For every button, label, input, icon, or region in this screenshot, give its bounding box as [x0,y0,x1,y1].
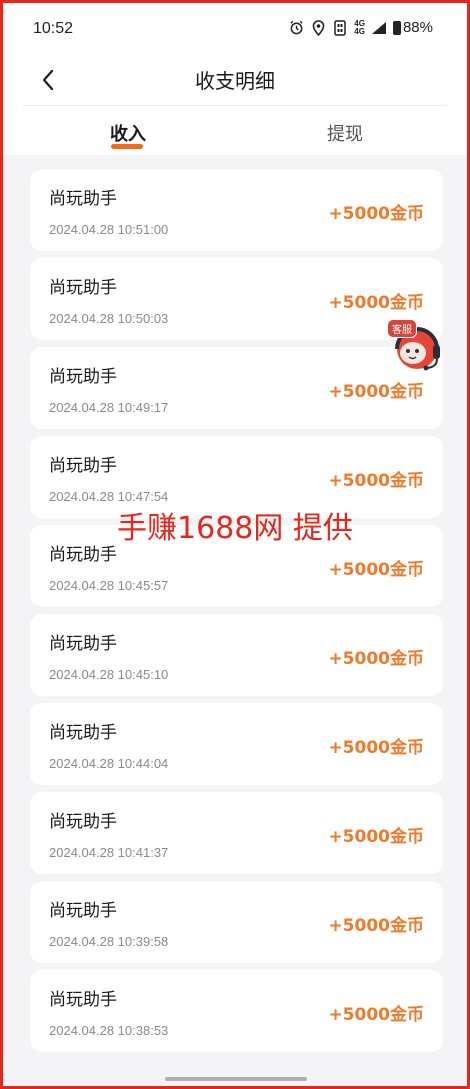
record-amount: +5000金币 [328,1005,424,1025]
record-time: 2024.04.28 10:49:17 [49,400,169,415]
record-title: 尚玩助手 [49,189,117,209]
signal-icon [371,20,387,36]
record-amount: +5000金币 [328,560,424,580]
income-record-list: 尚玩助手 2024.04.28 10:51:00 +5000金币 尚玩助手 20… [30,169,443,1059]
sim-icon [332,19,348,36]
record-title: 尚玩助手 [49,901,117,921]
record-title: 尚玩助手 [49,456,117,476]
battery-icon [392,20,401,35]
network-type: 4G 4G [354,19,365,36]
record-amount: +5000金币 [328,204,424,224]
record-amount: +5000金币 [328,382,424,402]
record-time: 2024.04.28 10:47:54 [49,489,169,504]
record-amount: +5000金币 [328,293,424,313]
alarm-icon [288,20,304,36]
list-item[interactable]: 尚玩助手 2024.04.28 10:50:03 +5000金币 [30,258,443,340]
list-item[interactable]: 尚玩助手 2024.04.28 10:38:53 +5000金币 [30,970,443,1052]
record-title: 尚玩助手 [49,278,117,298]
record-title: 尚玩助手 [49,723,117,743]
record-time: 2024.04.28 10:51:00 [49,222,169,237]
record-time: 2024.04.28 10:41:37 [49,845,169,860]
page-title: 收支明细 [195,69,275,93]
title-bar: 收支明细 [3,55,467,105]
record-title: 尚玩助手 [49,634,117,654]
battery-label: 88% [402,19,433,36]
active-tab-indicator [111,144,143,149]
status-bar: 10:52 4G 4G 88% [3,3,467,55]
status-time: 10:52 [33,20,74,37]
customer-service-badge: 客服 [387,319,417,338]
customer-service-button[interactable]: 客服 [383,319,449,373]
network-bottom-label: 4G [354,26,365,36]
top-area: 10:52 4G 4G 88% 收支明细 收入 提现 [3,3,467,155]
record-title: 尚玩助手 [49,367,117,387]
record-title: 尚玩助手 [49,990,117,1010]
list-item[interactable]: 尚玩助手 2024.04.28 10:51:00 +5000金币 [30,169,443,251]
watermark-text: 手赚1688网 提供 [117,511,353,546]
tab-bar: 收入 提现 [3,106,467,155]
record-time: 2024.04.28 10:45:10 [49,667,169,682]
tab-withdraw[interactable]: 提现 [305,120,385,146]
location-icon [310,19,326,36]
record-time: 2024.04.28 10:50:03 [49,311,169,326]
record-title: 尚玩助手 [49,812,117,832]
phone-frame: 10:52 4G 4G 88% 收支明细 收入 提现 尚玩助手 2024.04.… [0,0,470,1089]
record-amount: +5000金币 [328,649,424,669]
list-item[interactable]: 尚玩助手 2024.04.28 10:39:58 +5000金币 [30,881,443,963]
record-amount: +5000金币 [328,916,424,936]
record-time: 2024.04.28 10:39:58 [49,934,169,949]
status-icons: 4G 4G 88% [288,19,433,36]
home-indicator[interactable] [165,1077,307,1081]
list-item[interactable]: 尚玩助手 2024.04.28 10:45:10 +5000金币 [30,614,443,696]
list-item[interactable]: 尚玩助手 2024.04.28 10:41:37 +5000金币 [30,792,443,874]
record-amount: +5000金币 [328,471,424,491]
list-item[interactable]: 尚玩助手 2024.04.28 10:44:04 +5000金币 [30,703,443,785]
tab-income[interactable]: 收入 [88,120,168,146]
record-time: 2024.04.28 10:45:57 [49,578,169,593]
record-time: 2024.04.28 10:44:04 [49,756,169,771]
record-amount: +5000金币 [328,827,424,847]
list-item[interactable]: 尚玩助手 2024.04.28 10:49:17 +5000金币 [30,347,443,429]
battery-indicator: 88% [392,19,433,36]
record-amount: +5000金币 [328,738,424,758]
record-time: 2024.04.28 10:38:53 [49,1023,169,1038]
